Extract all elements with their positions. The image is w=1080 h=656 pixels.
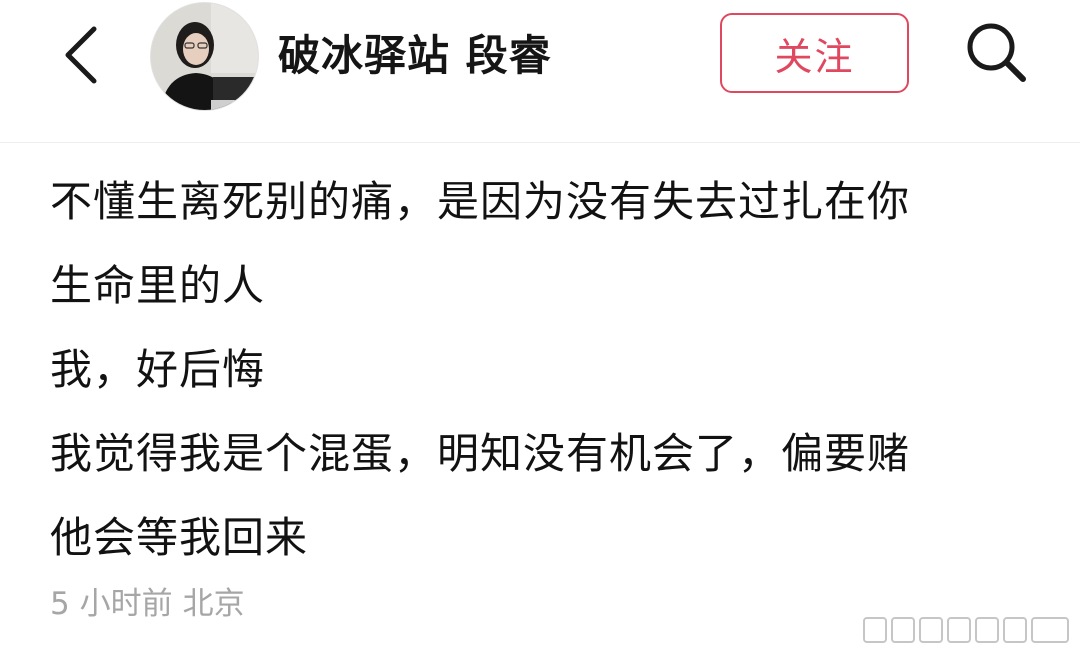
header-divider [0,142,1080,143]
follow-button[interactable]: 关注 [720,13,909,93]
post-time: 5 小时前 [50,586,173,622]
post-line: 我觉得我是个混蛋，明知没有机会了，偏要赌 [50,429,911,478]
avatar-photo [151,3,258,110]
post-line: 不懂生离死别的痛，是因为没有失去过扎在你 [50,177,911,226]
post-content: 不懂生离死别的痛，是因为没有失去过扎在你 生命里的人 我，好后悔 我觉得我是个混… [50,160,1050,580]
search-icon [967,23,1026,82]
post-line: 他会等我回来 [50,513,309,562]
post-location: 北京 [182,586,245,622]
watermark-icon [863,617,1069,643]
back-button[interactable] [52,20,108,90]
search-button[interactable] [956,12,1036,92]
post-meta: 5 小时前 北京 [50,584,255,624]
avatar[interactable] [150,2,259,111]
chevron-left-icon [65,26,97,84]
username[interactable]: 破冰驿站 段睿 [278,31,552,81]
post-line: 生命里的人 [50,261,266,310]
top-bar: 破冰驿站 段睿 关注 [0,0,1080,142]
post-line: 我，好后悔 [50,345,266,394]
